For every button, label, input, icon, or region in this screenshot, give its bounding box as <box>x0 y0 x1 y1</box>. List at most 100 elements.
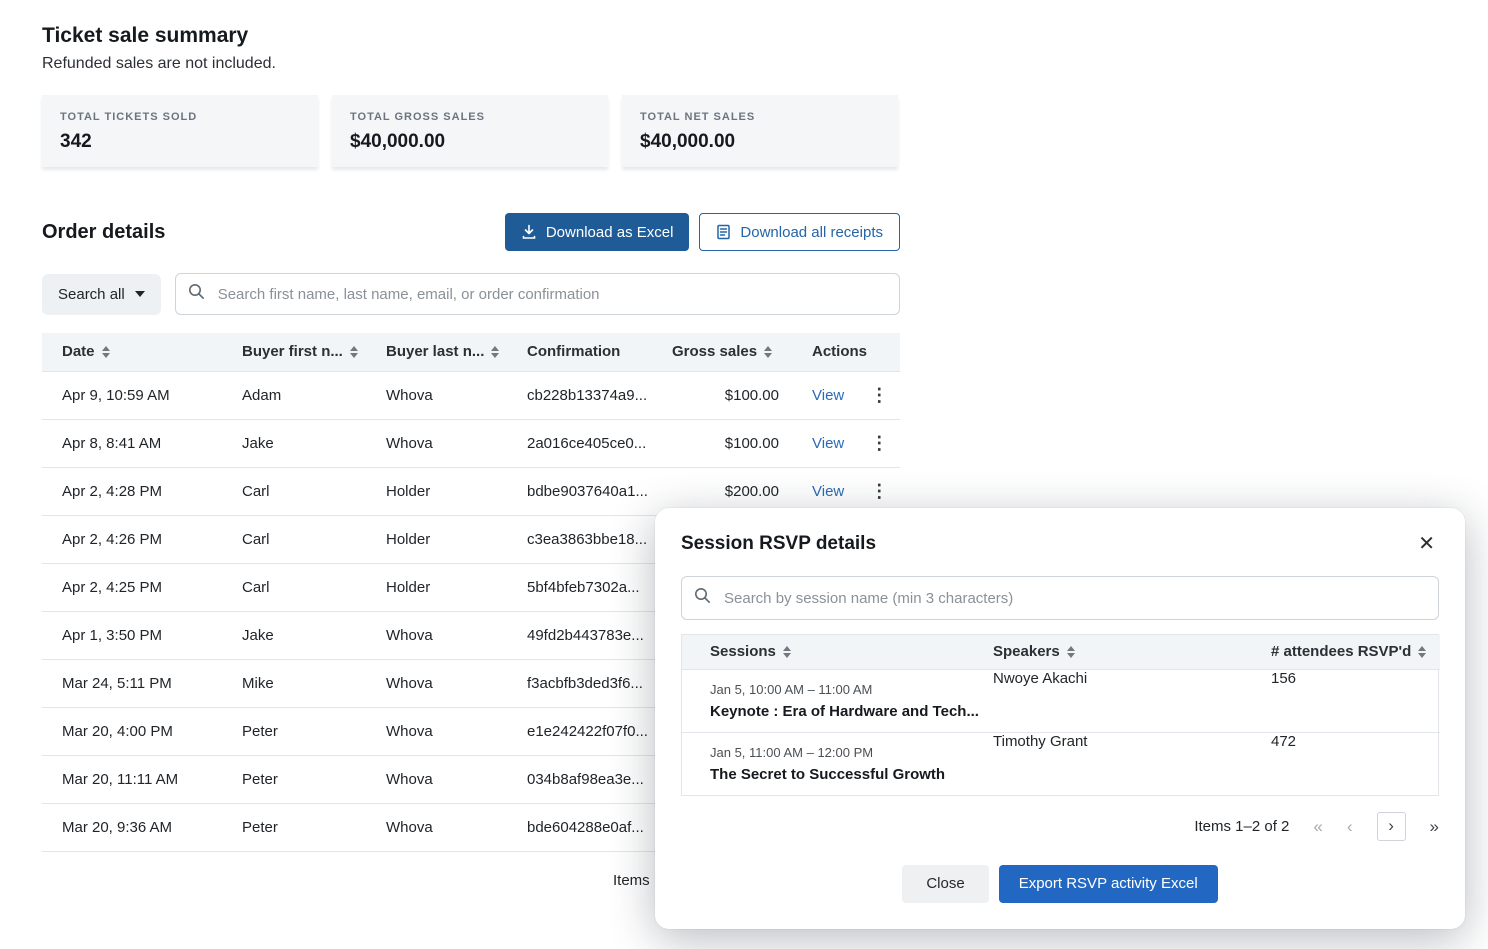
column-header-speakers[interactable]: Speakers <box>993 635 1271 669</box>
cell-first: Mike <box>222 659 366 707</box>
cell-date: Apr 8, 8:41 AM <box>42 419 222 467</box>
session-row: Jan 5, 10:00 AM – 11:00 AM Keynote : Era… <box>682 669 1440 732</box>
export-rsvp-excel-button[interactable]: Export RSVP activity Excel <box>999 865 1218 903</box>
search-filter-label: Search all <box>58 286 125 303</box>
pagination-text: Items 1–2 of 2 <box>1194 818 1289 835</box>
stat-card-gross-sales: TOTAL GROSS SALES $40,000.00 <box>332 95 608 167</box>
search-filter-dropdown[interactable]: Search all <box>42 274 161 315</box>
cell-last: Whova <box>366 803 507 851</box>
column-header-gross-sales[interactable]: Gross sales <box>672 333 797 371</box>
sort-icon <box>1418 646 1426 658</box>
modal-pagination: Items 1–2 of 2 « ‹ › » <box>681 812 1439 841</box>
download-receipts-button[interactable]: Download all receipts <box>699 213 900 251</box>
cell-first: Jake <box>222 419 366 467</box>
column-header-buyer-last[interactable]: Buyer last n... <box>366 333 507 371</box>
cell-date: Mar 20, 4:00 PM <box>42 707 222 755</box>
column-header-sessions[interactable]: Sessions <box>682 635 993 669</box>
cell-first: Peter <box>222 803 366 851</box>
cell-confirmation: 5bf4bfeb7302a... <box>507 563 672 611</box>
first-page-icon[interactable]: « <box>1313 818 1322 835</box>
column-header-buyer-first[interactable]: Buyer first n... <box>222 333 366 371</box>
cell-last: Whova <box>366 755 507 803</box>
cell-gross: $100.00 <box>672 419 797 467</box>
download-excel-label: Download as Excel <box>546 224 674 241</box>
cell-confirmation: 034b8af98ea3e... <box>507 755 672 803</box>
order-search-input[interactable] <box>175 273 900 315</box>
cell-first: Carl <box>222 563 366 611</box>
session-time: Jan 5, 10:00 AM – 11:00 AM <box>710 682 983 697</box>
stat-label: TOTAL TICKETS SOLD <box>60 111 300 123</box>
cell-confirmation: cb228b13374a9... <box>507 371 672 419</box>
sort-icon <box>1067 646 1075 658</box>
page-subtitle: Refunded sales are not included. <box>42 55 900 73</box>
session-rsvp-modal: Session RSVP details ✕ Sessions Speakers… <box>655 508 1465 929</box>
sessions-table: Sessions Speakers # attendees RSVP'd Jan… <box>682 635 1440 795</box>
cell-confirmation: bde604288e0af... <box>507 803 672 851</box>
receipt-icon <box>716 224 731 240</box>
search-row: Search all <box>42 273 900 315</box>
cell-last: Whova <box>366 707 507 755</box>
sort-icon <box>102 346 110 358</box>
column-header-date[interactable]: Date <box>42 333 222 371</box>
cell-date: Mar 24, 5:11 PM <box>42 659 222 707</box>
cell-last: Whova <box>366 419 507 467</box>
cell-first: Peter <box>222 755 366 803</box>
sort-icon <box>491 346 499 358</box>
cell-confirmation: 2a016ce405ce0... <box>507 419 672 467</box>
cell-date: Apr 2, 4:26 PM <box>42 515 222 563</box>
prev-page-icon[interactable]: ‹ <box>1347 818 1353 835</box>
cell-confirmation: bdbe9037640a1... <box>507 467 672 515</box>
sessions-table-wrap: Sessions Speakers # attendees RSVP'd Jan… <box>681 634 1439 796</box>
session-search-box <box>681 576 1439 620</box>
cell-first: Carl <box>222 467 366 515</box>
cell-last: Holder <box>366 515 507 563</box>
table-row: Apr 8, 8:41 AM Jake Whova 2a016ce405ce0.… <box>42 419 900 467</box>
stats-row: TOTAL TICKETS SOLD 342 TOTAL GROSS SALES… <box>42 95 900 167</box>
cell-confirmation: 49fd2b443783e... <box>507 611 672 659</box>
cell-date: Apr 1, 3:50 PM <box>42 611 222 659</box>
cell-first: Adam <box>222 371 366 419</box>
cell-first: Carl <box>222 515 366 563</box>
stat-card-tickets-sold: TOTAL TICKETS SOLD 342 <box>42 95 318 167</box>
kebab-menu-icon[interactable]: ⋮ <box>870 386 888 404</box>
column-header-actions: Actions <box>797 333 900 371</box>
column-header-confirmation: Confirmation <box>507 333 672 371</box>
sort-icon <box>350 346 358 358</box>
stat-value: $40,000.00 <box>350 131 590 153</box>
view-link[interactable]: View <box>812 387 844 404</box>
kebab-menu-icon[interactable]: ⋮ <box>870 482 888 500</box>
modal-title: Session RSVP details <box>681 533 876 555</box>
cell-date: Apr 2, 4:28 PM <box>42 467 222 515</box>
cell-last: Holder <box>366 563 507 611</box>
stat-value: 342 <box>60 131 300 153</box>
modal-header: Session RSVP details ✕ <box>681 532 1439 556</box>
chevron-down-icon <box>135 291 145 297</box>
table-row: Apr 9, 10:59 AM Adam Whova cb228b13374a9… <box>42 371 900 419</box>
kebab-menu-icon[interactable]: ⋮ <box>870 434 888 452</box>
session-time: Jan 5, 11:00 AM – 12:00 PM <box>710 745 983 760</box>
close-icon[interactable]: ✕ <box>1414 532 1439 556</box>
order-actions: Download as Excel Download all receipts <box>505 213 900 251</box>
search-icon <box>694 587 711 609</box>
next-page-icon[interactable]: › <box>1377 812 1406 841</box>
cell-date: Mar 20, 11:11 AM <box>42 755 222 803</box>
cell-date: Mar 20, 9:36 AM <box>42 803 222 851</box>
session-name: The Secret to Successful Growth <box>710 766 983 783</box>
download-excel-button[interactable]: Download as Excel <box>505 213 690 251</box>
view-link[interactable]: View <box>812 483 844 500</box>
last-page-icon[interactable]: » <box>1430 818 1439 835</box>
close-button[interactable]: Close <box>902 865 988 903</box>
cell-first: Jake <box>222 611 366 659</box>
cell-first: Peter <box>222 707 366 755</box>
column-header-attendees[interactable]: # attendees RSVP'd <box>1271 635 1440 669</box>
order-search-box <box>175 273 900 315</box>
cell-last: Whova <box>366 659 507 707</box>
view-link[interactable]: View <box>812 435 844 452</box>
stat-label: TOTAL GROSS SALES <box>350 111 590 123</box>
cell-last: Whova <box>366 371 507 419</box>
session-search-input[interactable] <box>681 576 1439 620</box>
cell-last: Whova <box>366 611 507 659</box>
sort-icon <box>764 346 772 358</box>
app-root: Ticket sale summary Refunded sales are n… <box>0 0 1488 949</box>
sessions-header-row: Sessions Speakers # attendees RSVP'd <box>682 635 1440 669</box>
